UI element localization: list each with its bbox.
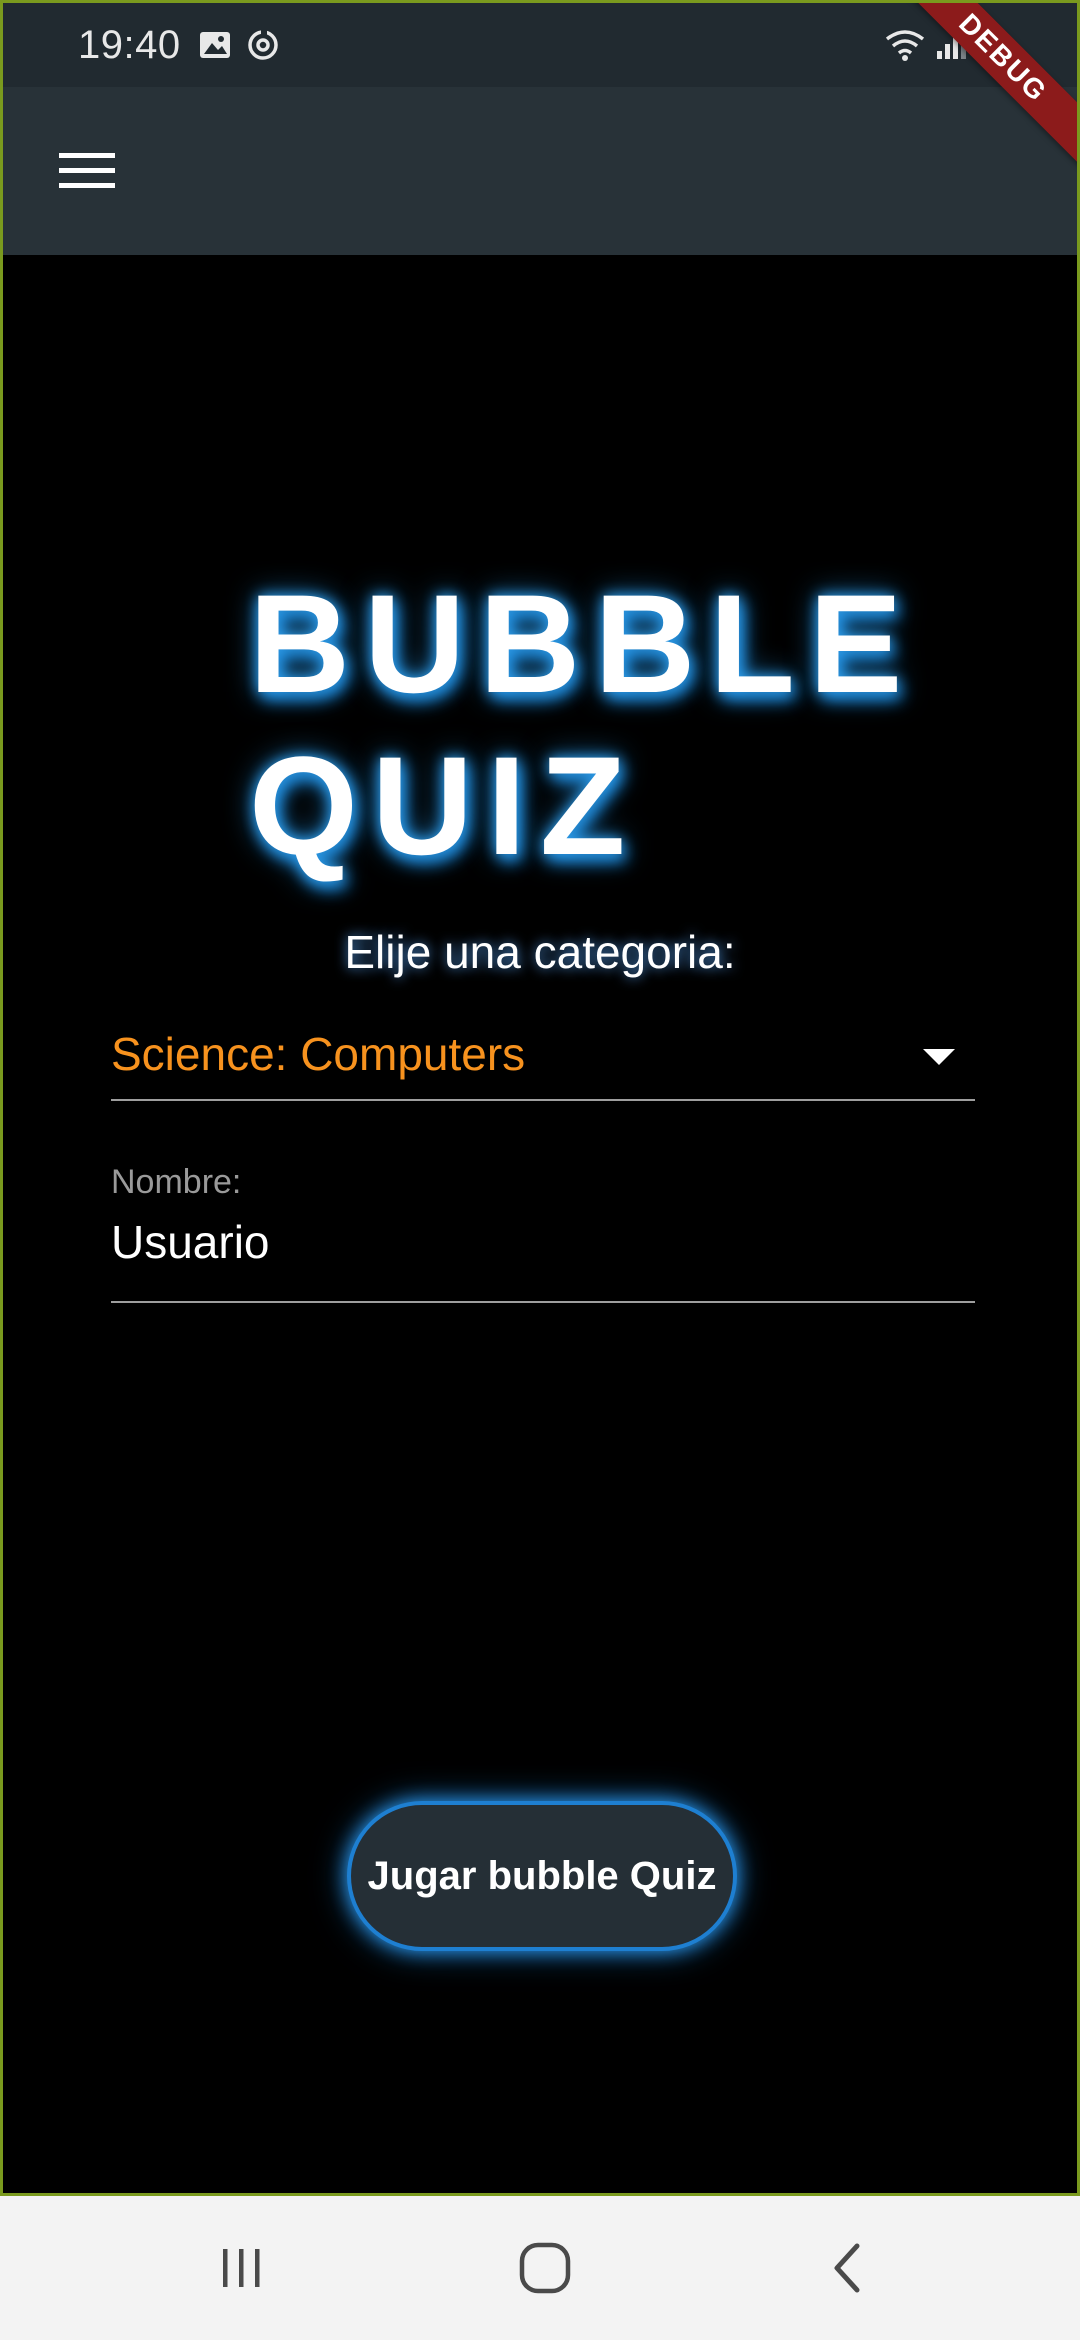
title-line-2: QUIZ xyxy=(249,727,640,884)
back-icon[interactable] xyxy=(808,2232,888,2304)
image-icon xyxy=(197,27,233,63)
play-quiz-button[interactable]: Jugar bubble Quiz xyxy=(347,1801,737,1951)
phone-screen: 19:40 DEBUG BUBBLE QUIZ Elije una catego… xyxy=(0,0,1080,2340)
app-bar xyxy=(3,87,1077,255)
name-field-label: Nombre: xyxy=(111,1163,242,1201)
sync-icon xyxy=(245,27,281,63)
wifi-icon xyxy=(883,27,927,63)
home-icon[interactable] xyxy=(505,2232,585,2304)
system-nav-bar xyxy=(0,2196,1080,2340)
recents-icon[interactable] xyxy=(202,2232,282,2304)
hamburger-menu-icon[interactable] xyxy=(39,137,135,205)
status-time: 19:40 xyxy=(78,23,181,67)
dropdown-arrow-icon xyxy=(923,1049,955,1065)
title-line-1: BUBBLE xyxy=(249,565,917,722)
category-label: Elije una categoria: xyxy=(344,926,736,978)
category-selected-value: Science: Computers xyxy=(111,1028,526,1080)
name-input[interactable] xyxy=(111,1215,975,1269)
app-frame: 19:40 DEBUG BUBBLE QUIZ Elije una catego… xyxy=(0,0,1080,2196)
category-dropdown[interactable]: Science: Computers xyxy=(111,1013,975,1101)
name-field: Nombre: xyxy=(111,1151,975,1303)
app-title: BUBBLE QUIZ xyxy=(249,563,916,887)
status-bar: 19:40 xyxy=(3,3,1077,87)
